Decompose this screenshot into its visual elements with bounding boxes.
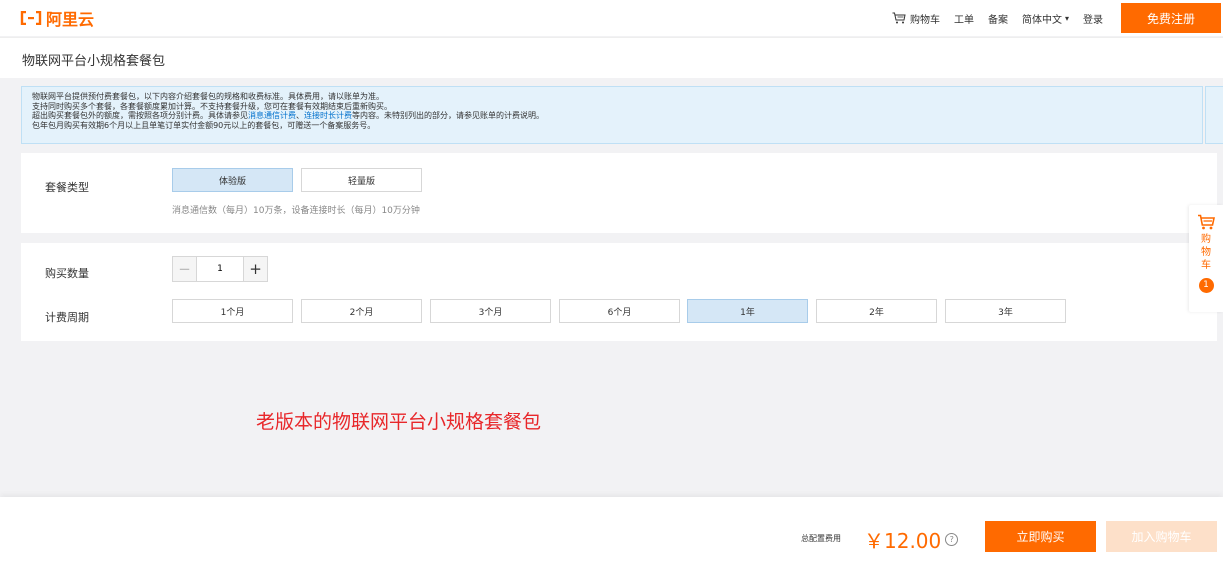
period-option-3m[interactable]: 3个月 (430, 299, 551, 323)
notice-text: 、 (296, 111, 304, 120)
notice-line: 物联网平台提供预付费套餐包，以下内容介绍套餐包的规格和收费标准。具体费用，请以账… (32, 92, 384, 101)
notice-line: 超出购买套餐包外的额度，需按照各项分别计费。具体请参见消息通信计费、连接时长计费… (32, 111, 1192, 121)
period-option-1y[interactable]: 1年 (687, 299, 808, 323)
buy-now-button[interactable]: 立即购买 (985, 521, 1096, 552)
quantity-input[interactable] (197, 257, 243, 281)
language-selector[interactable]: 简体中文 ▾ (1022, 11, 1069, 26)
package-panel: 套餐类型 体验版 轻量版 消息通信数（每月）10万条，设备连接时长（每月）10万… (21, 153, 1217, 233)
message-billing-link[interactable]: 消息通信计费 (248, 111, 296, 120)
period-label: 计费周期 (45, 311, 89, 324)
cart-count-badge: 1 (1198, 278, 1214, 293)
period-option-2m[interactable]: 2个月 (301, 299, 422, 323)
price-value: ￥12.00 (864, 529, 942, 553)
connection-billing-link[interactable]: 连接时长计费 (304, 111, 352, 120)
aliyun-logo-icon (20, 11, 42, 25)
notice-text: 超出购买套餐包外的额度，需按照各项分别计费。具体请参见 (32, 111, 248, 120)
package-type-label: 套餐类型 (45, 181, 89, 194)
plus-button[interactable]: + (243, 257, 267, 281)
total-price: ￥12.00 ? (864, 525, 959, 554)
quantity-label: 购买数量 (45, 267, 89, 280)
notice-box: 物联网平台提供预付费套餐包，以下内容介绍套餐包的规格和收费标准。具体费用，请以账… (21, 86, 1203, 144)
add-to-cart-button[interactable]: 加入购物车 (1106, 521, 1217, 552)
order-footer: 总配置费用 ￥12.00 ? 立即购买 加入购物车 (0, 497, 1223, 577)
language-label: 简体中文 (1021, 14, 1062, 26)
nav-cart-label: 购物车 (909, 14, 940, 26)
top-navbar: 阿里云 购物车 工单 备案 简体中文 ▾ 登录 免费注册 (0, 0, 1223, 36)
title-bar: 物联网平台小规格套餐包 (0, 37, 1223, 78)
cart-icon (1198, 214, 1215, 230)
page-title: 物联网平台小规格套餐包 (22, 54, 166, 69)
minus-button[interactable]: − (173, 257, 197, 281)
help-icon[interactable]: ? (945, 533, 959, 546)
logo-text: 阿里云 (46, 10, 95, 29)
period-option-6m[interactable]: 6个月 (559, 299, 680, 323)
total-cost-label: 总配置费用 (801, 534, 841, 543)
period-option-2y[interactable]: 2年 (816, 299, 937, 323)
quantity-stepper: − + (172, 256, 268, 282)
nav-icp[interactable]: 备案 (988, 11, 1008, 26)
nav-ticket[interactable]: 工单 (954, 11, 974, 26)
notice-line: 支持同时购买多个套餐，各套餐额度累加计算。不支持套餐升级，您可在套餐有效期结束后… (32, 101, 392, 111)
period-option-3y[interactable]: 3年 (945, 299, 1066, 323)
period-option-1m[interactable]: 1个月 (172, 299, 293, 323)
register-button[interactable]: 免费注册 (1121, 3, 1221, 33)
package-hint: 消息通信数（每月）10万条，设备连接时长（每月）10万分钟 (172, 206, 420, 216)
package-option-light[interactable]: 轻量版 (301, 168, 422, 192)
purchase-panel: 购买数量 − + 计费周期 1个月 2个月 3个月 6个月 1年 2年 3年 (21, 243, 1217, 341)
side-cart[interactable]: 购物车 1 (1189, 205, 1223, 312)
cart-icon (892, 12, 906, 24)
aliyun-logo[interactable]: 阿里云 (20, 6, 94, 30)
package-option-trial[interactable]: 体验版 (172, 168, 293, 192)
header-nav: 购物车 工单 备案 简体中文 ▾ 登录 (878, 0, 1103, 36)
caret-down-icon: ▾ (1064, 13, 1069, 23)
notice-line: 包年包月购买有效期6个月以上且单笔订单实付金额90元以上的套餐包，可赠送一个备案… (32, 120, 376, 130)
notice-box-edge (1205, 86, 1223, 144)
annotation-text: 老版本的物联网平台小规格套餐包 (256, 411, 542, 433)
nav-cart[interactable]: 购物车 (892, 11, 940, 26)
side-cart-label: 购物车 (1201, 234, 1211, 271)
notice-text: 等内容。未特别列出的部分，请参见账单的计费说明。 (352, 111, 544, 120)
nav-login[interactable]: 登录 (1083, 11, 1103, 26)
